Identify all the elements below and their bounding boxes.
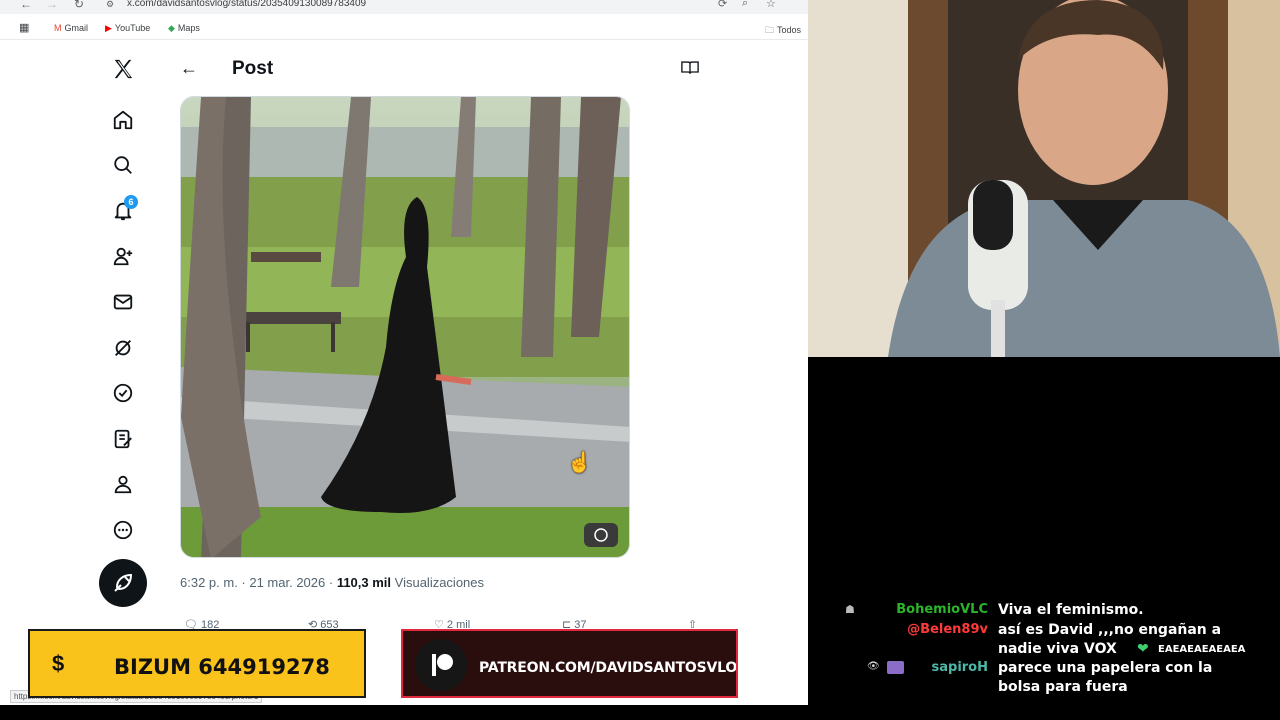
bookmark-gmail[interactable]: M Gmail [54,23,88,33]
mouse-cursor-icon: ☝ [567,452,592,474]
post-timestamp[interactable]: 6:32 p. m. · 21 mar. 2026 · [180,575,337,590]
alt-text-icon [584,523,618,547]
gmail-icon: M [54,23,62,33]
reader-mode-icon[interactable] [681,60,699,80]
maps-icon: ◆ [168,23,175,33]
notifications-badge: 6 [124,195,138,209]
bizum-text: BIZUM 644919278 [114,655,330,679]
chat-message: parece una papelera con la [998,660,1213,676]
streamer-webcam-image [808,0,1280,357]
bookmark-maps[interactable]: ◆ Maps [168,23,200,34]
bizum-dollar-icon: $ [52,651,65,676]
page-title: Post [232,58,274,79]
translate-icon[interactable]: ⟳ [718,0,727,10]
follow-icon[interactable] [111,244,135,268]
youtube-icon: ▶ [105,23,112,33]
bookmarks-bar: ▦ M Gmail ▶ YouTube ◆ Maps 🗀 Todos [0,16,808,40]
address-bar[interactable]: ← → ↻ ⚙ x.com/davidsantosvlog/status/203… [0,0,808,14]
patreon-text: PATREON.COM/DAVIDSANTOSVLOG [479,660,738,676]
grok-icon[interactable] [111,336,135,360]
live-chat: ☗ BohemioVLC Viva el feminismo. @Belen89… [808,357,1280,720]
chat-username[interactable]: @Belen89v [907,622,988,637]
patreon-banner: PATREON.COM/DAVIDSANTOSVLOG [401,629,738,698]
chat-username[interactable]: sapiroH [932,660,989,675]
patreon-logo-icon [415,639,467,691]
views-count: 110,3 mil [336,575,392,590]
site-info-icon[interactable]: ⚙ [106,0,114,10]
eye-badge-icon: 👁 [867,661,880,672]
chat-emote-text: EAEAEAEAEAEA [1158,644,1246,655]
chat-message: así es David ,,,no engañan a [998,622,1222,638]
user-badge-icon: ☗ [845,604,855,616]
webcam-feed [808,0,1280,357]
profile-icon[interactable] [111,472,135,496]
chat-message: bolsa para fuera [998,679,1128,695]
bookmark-youtube[interactable]: ▶ YouTube [105,23,150,34]
chat-message: Viva el feminismo. [998,602,1144,618]
home-icon[interactable] [111,108,135,132]
bookmark-label: Todos [777,25,802,35]
post-meta: 6:32 p. m. · 21 mar. 2026 · 110,3 mil Vi… [180,575,484,590]
folder-icon: 🗀 [765,25,775,35]
browser-window: ← → ↻ ⚙ x.com/davidsantosvlog/status/203… [0,0,808,705]
reload-icon[interactable]: ↻ [74,0,84,11]
bizum-banner: $ BIZUM 644919278 [28,629,366,698]
all-bookmarks[interactable]: 🗀 Todos [765,23,801,39]
compose-post-button[interactable] [99,559,147,607]
url-text[interactable]: x.com/davidsantosvlog/status/20354091300… [127,0,366,9]
bookmark-label: Maps [177,23,200,33]
apps-grid-icon[interactable]: ▦ [19,21,29,34]
bookmark-label: Gmail [64,23,89,33]
chat-message: nadie viva VOX [998,641,1117,657]
back-arrow-icon[interactable]: ← [20,0,32,11]
post-photo[interactable] [180,96,630,558]
park-photo-image [181,97,629,557]
x-logo-icon[interactable] [111,57,135,81]
quill-icon [114,573,133,592]
back-button[interactable]: ← [180,58,198,79]
bookmark-label: YouTube [114,23,151,33]
search-icon[interactable] [111,153,135,177]
verified-icon[interactable] [111,381,135,405]
messages-icon[interactable] [111,290,135,314]
forward-arrow-icon[interactable]: → [46,0,58,11]
zoom-icon[interactable]: ⌕ [742,0,748,10]
lists-icon[interactable] [111,427,135,451]
more-icon[interactable] [111,518,135,542]
star-icon[interactable]: ☆ [766,0,776,10]
sub-badge-icon [887,661,904,674]
chat-username[interactable]: BohemioVLC [896,602,988,617]
green-heart-icon: ❤ [1137,640,1149,656]
views-label: Visualizaciones [391,575,485,590]
